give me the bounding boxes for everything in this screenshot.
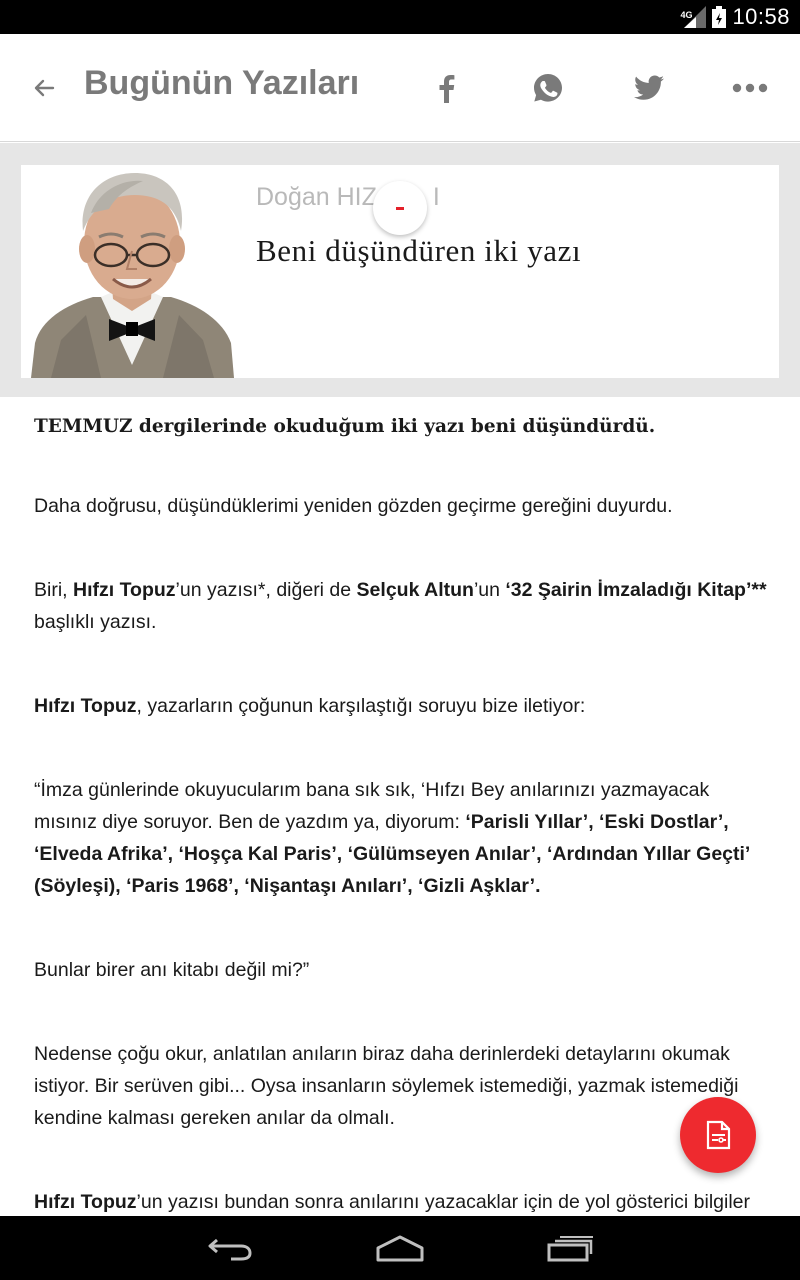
paragraph-1: Daha doğrusu, düşündüklerimi yeniden göz… bbox=[34, 495, 673, 517]
back-arrow-icon bbox=[34, 79, 55, 97]
article-body: TEMMUZ dergilerinde okuduğum iki yazı be… bbox=[34, 412, 774, 1270]
text-span: ’un bbox=[473, 579, 506, 601]
facebook-share-button[interactable] bbox=[424, 66, 468, 110]
page-title: Bugünün Yazıları bbox=[84, 64, 360, 102]
article-fab-button[interactable] bbox=[680, 1097, 756, 1173]
twitter-icon bbox=[634, 75, 664, 100]
text-span: ’un yazısı bundan sonra anılarını yazaca… bbox=[136, 1191, 751, 1213]
nav-home-icon bbox=[376, 1235, 424, 1262]
paragraph-5: Bunlar birer anı kitabı değil mi?” bbox=[34, 959, 310, 981]
paragraph-7: Hıfzı Topuz’un yazısı bundan sonra anıla… bbox=[34, 1186, 774, 1218]
back-button[interactable] bbox=[24, 68, 64, 108]
text-span: başlıklı yazısı. bbox=[34, 611, 157, 633]
battery-icon bbox=[712, 6, 727, 28]
loading-spinner bbox=[373, 181, 427, 235]
bold-span: Hıfzı Topuz bbox=[73, 579, 176, 601]
article-lead: TEMMUZ dergilerinde okuduğum iki yazı be… bbox=[34, 416, 656, 437]
article-icon bbox=[706, 1120, 731, 1150]
facebook-icon bbox=[439, 75, 455, 103]
article-header: Doğan HIZ I Beni düşündüren iki yazı bbox=[0, 143, 800, 397]
nav-home-button[interactable] bbox=[370, 1228, 430, 1268]
twitter-share-button[interactable] bbox=[627, 66, 671, 110]
nav-back-icon bbox=[208, 1238, 252, 1261]
paragraph-2: Biri, Hıfzı Topuz’un yazısı*, diğeri de … bbox=[34, 574, 774, 638]
signal-icon: 4G bbox=[680, 6, 707, 28]
text-span: ’un yazısı*, diğeri de bbox=[175, 579, 357, 601]
spinner-icon bbox=[396, 206, 404, 210]
author-name-suffix: I bbox=[432, 183, 440, 211]
whatsapp-share-button[interactable] bbox=[526, 66, 570, 110]
text-span: , yazarların çoğunun karşılaştığı soruyu… bbox=[136, 695, 586, 717]
author-photo bbox=[31, 165, 234, 378]
status-bar: 4G 10:58 bbox=[0, 0, 800, 34]
nav-recent-apps-icon bbox=[547, 1236, 593, 1262]
clock: 10:58 bbox=[732, 4, 790, 29]
author-name-text: Doğan HIZ bbox=[256, 183, 377, 211]
text-span: Biri, bbox=[34, 579, 73, 601]
paragraph-6: Nedense çoğu okur, anlatılan anıların bi… bbox=[34, 1043, 739, 1129]
bold-span: ‘32 Şairin İmzaladığı Kitap’** bbox=[505, 579, 767, 601]
bold-span: Hıfzı Topuz bbox=[34, 1191, 137, 1213]
paragraph-3: Hıfzı Topuz, yazarların çoğunun karşılaş… bbox=[34, 690, 774, 722]
whatsapp-icon bbox=[534, 74, 562, 102]
more-icon bbox=[732, 83, 768, 93]
author-card: Doğan HIZ I Beni düşündüren iki yazı bbox=[21, 165, 779, 378]
status-icons: 4G 10:58 bbox=[680, 0, 790, 34]
system-nav-bar bbox=[0, 1216, 800, 1280]
bold-span: Hıfzı Topuz bbox=[34, 695, 137, 717]
nav-recent-apps-button[interactable] bbox=[540, 1228, 600, 1268]
paragraph-4: “İmza günlerinde okuyucularım bana sık s… bbox=[34, 774, 774, 902]
app-bar: Bugünün Yazıları bbox=[0, 34, 800, 142]
bold-span: Selçuk Altun bbox=[356, 579, 474, 601]
more-options-button[interactable] bbox=[728, 66, 772, 110]
nav-back-button[interactable] bbox=[200, 1228, 260, 1268]
article-title: Beni düşündüren iki yazı bbox=[256, 233, 582, 268]
